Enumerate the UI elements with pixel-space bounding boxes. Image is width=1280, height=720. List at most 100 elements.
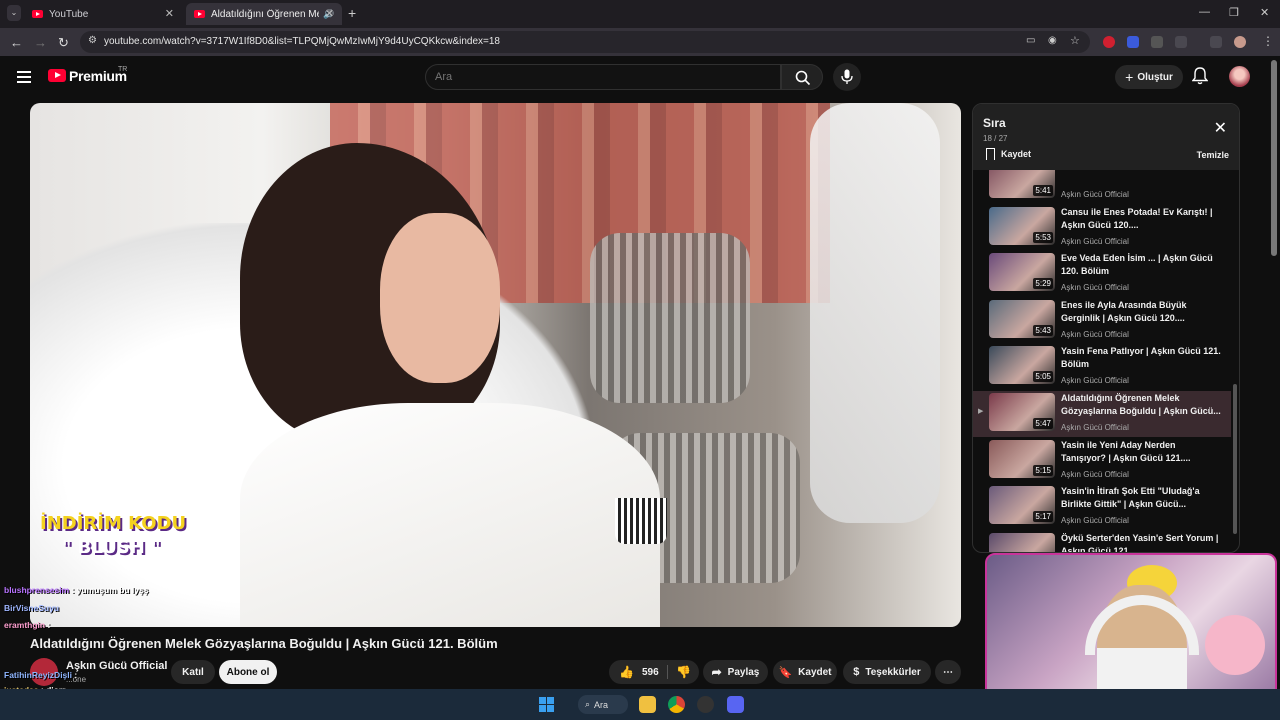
video-thumbnail[interactable]: 5:47 (989, 393, 1055, 431)
playlist-clear-button[interactable]: Temizle (1197, 150, 1229, 160)
playlist-item-title[interactable]: Enes ile Ayla Arasında Büyük Gerginlik |… (1061, 299, 1221, 325)
tab-list-menu-icon[interactable]: ⌄ (7, 5, 21, 21)
youtube-logo-icon[interactable] (48, 69, 66, 82)
account-avatar[interactable] (1229, 66, 1250, 87)
video-duration: 5:53 (1033, 231, 1053, 243)
playlist-item-channel: Aşkın Gücü Official (1061, 283, 1129, 293)
tab-youtube[interactable]: YouTube ✕ (24, 3, 182, 25)
video-thumbnail[interactable]: 5:15 (989, 439, 1055, 478)
playlist-item-title[interactable]: Yasin ile Yeni Aday Nerden Tanışıyor? | … (1061, 439, 1221, 465)
eye-slash-icon[interactable]: ◉ (1048, 35, 1057, 46)
video-scene-person-shirt (240, 403, 660, 627)
tab-current-video[interactable]: Aldatıldığını Öğrenen Melek 🔊 ✕ (186, 3, 342, 25)
forward-icon[interactable]: → (34, 35, 47, 50)
playlist-item-title[interactable]: Yasin'in İtirafı Şok Etti "Uludağ'a Birl… (1061, 485, 1221, 511)
super-thanks-icon: $ (853, 666, 860, 678)
site-info-icon[interactable]: ⚙ (88, 35, 97, 46)
extensions-puzzle-icon[interactable] (1175, 36, 1187, 48)
url-text: youtube.com/watch?v=3717W1If8D0&list=TLP… (104, 36, 500, 47)
playlist-items: 5:41 Aşkın Gücü Official 5:53 Cansu ile Ene… (973, 170, 1239, 552)
close-tab-icon[interactable]: ✕ (325, 7, 334, 20)
obs-icon[interactable] (697, 696, 714, 713)
new-tab-button[interactable]: + (348, 5, 356, 21)
playlist-item[interactable]: 5:15 Yasin ile Yeni Aday Nerden Tanışıyor… (973, 438, 1231, 484)
file-explorer-icon[interactable] (639, 696, 656, 713)
video-thumbnail[interactable]: 5:43 (989, 299, 1055, 338)
video-thumbnail[interactable]: 4:58 (989, 532, 1055, 552)
playlist-item[interactable]: 5:43 Enes ile Ayla Arasında Büyük Gerginl… (973, 298, 1231, 344)
microphone-icon (841, 69, 853, 84)
playlist-panel: Sıra 18 / 27 ✕ Kaydet Temizle 5:41 Aşkın … (972, 103, 1240, 553)
share-arrow-icon: ➦ (711, 665, 722, 679)
taskbar-search[interactable]: ⌕ Ara (578, 695, 628, 714)
taskbar-search-label: Ara (594, 699, 609, 710)
profile-avatar-icon[interactable] (1234, 36, 1246, 48)
playlist-item[interactable]: 5:05 Yasin Fena Patlıyor | Aşkın Gücü 121… (973, 344, 1231, 390)
video-thumbnail[interactable]: 5:05 (989, 346, 1055, 385)
playlist-item-title[interactable]: Cansu ile Enes Potada! Ev Karıştı! | Aşk… (1061, 206, 1221, 232)
more-actions-icon[interactable]: ⋯ (935, 660, 961, 684)
playlist-item-title[interactable]: Aldatıldığını Öğrenen Melek Gözyaşlarına… (1061, 392, 1221, 418)
search-button[interactable] (781, 64, 823, 90)
playlist-item[interactable]: 5:53 Cansu ile Enes Potada! Ev Karıştı! |… (973, 205, 1231, 251)
save-button[interactable]: 🔖 Kaydet (773, 660, 837, 684)
playlist-item-channel: Aşkın Gücü Official (1061, 376, 1129, 386)
playlist-item[interactable]: 5:17 Yasin'in İtirafı Şok Etti "Uludağ'a … (973, 484, 1231, 530)
like-button[interactable]: 👍 596 👎 (609, 660, 699, 684)
playlist-item-title[interactable]: Eve Veda Eden İsim ... | Aşkın Gücü 120.… (1061, 252, 1221, 278)
video-player[interactable]: İNDİRİM KODU " BLUSH " (30, 103, 961, 627)
extension-translate-icon[interactable] (1127, 36, 1139, 48)
minimize-icon[interactable]: — (1199, 6, 1210, 18)
share-button[interactable]: ➦ Paylaş (703, 660, 768, 684)
video-thumbnail[interactable]: 5:17 (989, 486, 1055, 525)
page-scrollbar[interactable] (1271, 60, 1277, 256)
bookmark-star-icon[interactable]: ☆ (1070, 34, 1080, 47)
chrome-icon[interactable] (668, 696, 685, 713)
playlist-save-button[interactable]: Kaydet (986, 148, 1031, 160)
thanks-button[interactable]: $ Teşekkürler (843, 660, 931, 684)
tab-label: Aldatıldığını Öğrenen Melek (211, 8, 319, 20)
browser-menu-icon[interactable]: ⋮ (1262, 34, 1274, 48)
windows-taskbar: ⌕ Ara (0, 689, 1280, 720)
notifications-bell-icon[interactable] (1191, 67, 1209, 90)
playlist-item-title[interactable]: Yasin Fena Patlıyor | Aşkın Gücü 121. Bö… (1061, 345, 1221, 371)
create-button[interactable]: + Oluştur (1115, 65, 1183, 89)
cast-icon[interactable]: ▭ (1026, 35, 1035, 46)
now-playing-icon: ▶ (978, 408, 984, 415)
video-thumbnail[interactable]: 5:41 (989, 170, 1055, 198)
close-playlist-icon[interactable]: ✕ (1214, 118, 1227, 138)
youtube-favicon-icon (32, 10, 43, 18)
close-tab-icon[interactable]: ✕ (165, 7, 174, 20)
search-input[interactable] (435, 71, 735, 83)
menu-hamburger-icon[interactable] (17, 71, 31, 83)
video-thumbnail[interactable]: 5:53 (989, 206, 1055, 245)
discord-icon[interactable] (727, 696, 744, 713)
subscribe-button[interactable]: Abone ol (219, 660, 277, 684)
address-bar[interactable]: ⚙ youtube.com/watch?v=3717W1If8D0&list=T… (80, 31, 1090, 53)
playlist-item[interactable]: 5:29 Eve Veda Eden İsim ... | Aşkın Gücü … (973, 251, 1231, 297)
playlist-item-title[interactable]: Öykü Serter'den Yasin'e Sert Yorum | Aşk… (1061, 532, 1221, 552)
dislike-button[interactable]: 👎 (667, 665, 691, 679)
chat-username: eramthgin (4, 620, 46, 630)
playlist-scrollbar[interactable] (1233, 384, 1237, 534)
extension-red-icon[interactable] (1103, 36, 1115, 48)
playlist-item[interactable]: 4:58 Öykü Serter'den Yasin'e Sert Yorum |… (973, 531, 1231, 552)
playlist-item-current[interactable]: ▶ 5:47 Aldatıldığını Öğrenen Melek Gözyaşl… (973, 391, 1231, 437)
media-controls-icon[interactable] (1210, 36, 1222, 48)
extension-shield-icon[interactable] (1151, 36, 1163, 48)
back-icon[interactable]: ← (10, 35, 23, 50)
join-button[interactable]: Katıl (171, 660, 215, 684)
promo-code-value: " BLUSH " (62, 537, 161, 558)
playlist-item[interactable]: 5:41 Aşkın Gücü Official (973, 170, 1231, 204)
windows-start-icon[interactable] (539, 697, 554, 712)
search-icon (795, 70, 811, 86)
video-scene-branch (810, 103, 940, 523)
restore-icon[interactable]: ❐ (1229, 6, 1239, 19)
reload-icon[interactable]: ↻ (58, 35, 69, 51)
chat-username: blushprensesim (4, 585, 70, 595)
voice-search-button[interactable] (833, 63, 861, 91)
close-window-icon[interactable]: ✕ (1260, 6, 1269, 19)
search-box[interactable] (425, 64, 781, 90)
channel-name[interactable]: Aşkın Gücü Official (66, 660, 167, 672)
video-thumbnail[interactable]: 5:29 (989, 253, 1055, 292)
